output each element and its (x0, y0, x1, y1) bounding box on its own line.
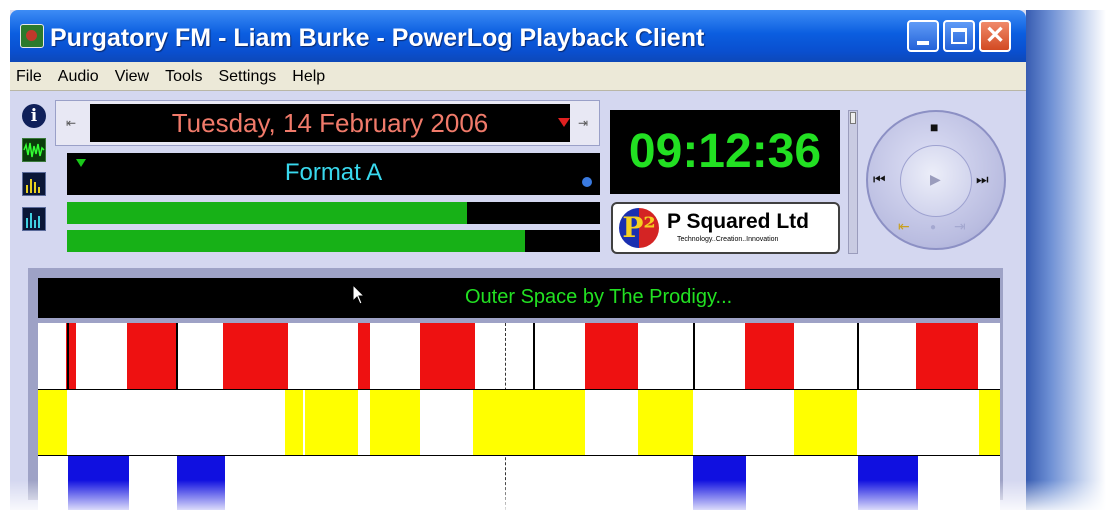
format-dropdown-icon[interactable] (76, 159, 86, 167)
timeline-red-block[interactable] (585, 323, 638, 390)
timeline-yellow-block[interactable] (370, 390, 420, 456)
level-meter-2-fill (67, 230, 526, 252)
menu-view[interactable]: View (107, 62, 157, 86)
timeline-yellow-block[interactable] (638, 390, 693, 456)
volume-slider[interactable] (848, 110, 858, 254)
play-icon[interactable]: ▶ (930, 171, 941, 188)
logo-name: P Squared Ltd (667, 210, 809, 233)
date-label: Tuesday, 14 February 2006 (171, 108, 489, 138)
level-meter-2 (67, 230, 600, 252)
timeline-red-block[interactable] (127, 323, 176, 390)
format-display[interactable]: Format A (67, 153, 600, 195)
company-logo: P² P Squared Ltd Technology..Creation..I… (611, 202, 840, 254)
stop-icon[interactable]: ■ (930, 119, 938, 135)
menu-file[interactable]: File (10, 62, 50, 86)
date-display: Tuesday, 14 February 2006 (90, 104, 570, 142)
title-bar[interactable]: Purgatory FM - Liam Burke - PowerLog Pla… (10, 10, 1026, 62)
timeline-yellow-block[interactable] (285, 390, 303, 456)
timeline-red-block[interactable] (745, 323, 794, 390)
forward-icon[interactable]: ⇥ (954, 218, 966, 235)
menu-settings[interactable]: Settings (210, 62, 284, 86)
level-meter-1 (67, 202, 600, 224)
record-icon[interactable]: ● (930, 222, 936, 233)
timeline-yellow-block[interactable] (979, 390, 1000, 456)
bottom-fade (0, 480, 1106, 510)
mouse-pointer-icon (352, 284, 366, 305)
timeline-row-divider (38, 455, 1000, 456)
window-title: Purgatory FM - Liam Burke - PowerLog Pla… (50, 24, 705, 52)
waveform-icon[interactable] (22, 138, 46, 162)
logo-tagline: Technology..Creation..Innovation (677, 236, 779, 243)
volume-slider-handle[interactable] (850, 112, 856, 124)
timeline-row-divider (38, 389, 1000, 390)
timeline-yellow-block[interactable] (305, 390, 358, 456)
timeline-red-block[interactable] (916, 323, 978, 390)
cue-icon[interactable]: ⇤ (898, 218, 910, 235)
timeline-yellow-block[interactable] (473, 390, 532, 456)
level-meter-1-fill (67, 202, 467, 224)
timeline-tick (693, 323, 695, 389)
date-dropdown-icon[interactable] (558, 118, 570, 127)
logo-mark-text: P² (622, 211, 656, 244)
timeline-yellow-block[interactable] (532, 390, 585, 456)
timeline-red-block[interactable] (358, 323, 370, 390)
timeline-tick (533, 323, 535, 389)
level-bars-icon[interactable] (22, 172, 46, 196)
maximize-button[interactable] (943, 20, 975, 52)
logo-mark: P² (619, 208, 659, 248)
window-shadow (1020, 10, 1106, 510)
minimize-button[interactable] (907, 20, 939, 52)
menu-tools[interactable]: Tools (157, 62, 210, 86)
timeline-yellow-block[interactable] (38, 390, 67, 456)
clock-display: 09:12:36 (610, 110, 840, 194)
previous-icon[interactable]: ⏮ (873, 171, 886, 188)
timeline-tick (67, 323, 69, 389)
close-icon: ✕ (984, 22, 1006, 49)
close-button[interactable]: ✕ (979, 20, 1011, 52)
next-date-icon[interactable]: ⇥ (578, 116, 588, 130)
format-info-icon[interactable] (582, 177, 592, 187)
format-label: Format A (284, 159, 383, 186)
next-icon[interactable]: ⏭ (976, 171, 989, 188)
timeline-tick (176, 323, 178, 389)
spectrum-icon[interactable] (22, 207, 46, 231)
timeline-yellow-block[interactable] (794, 390, 857, 456)
menu-bar: File Audio View Tools Settings Help (10, 62, 1026, 91)
minimize-icon (917, 41, 929, 45)
timeline-red-block[interactable] (420, 323, 475, 390)
clock-time: 09:12:36 (628, 125, 822, 178)
timeline-red-block[interactable] (223, 323, 288, 390)
menu-audio[interactable]: Audio (50, 62, 107, 86)
now-playing-text: Outer Space by The Prodigy... (465, 286, 733, 308)
info-icon[interactable]: i (22, 104, 46, 128)
timeline-tick (857, 323, 859, 389)
previous-date-icon[interactable]: ⇤ (66, 116, 76, 130)
menu-help[interactable]: Help (284, 62, 333, 86)
app-icon[interactable] (20, 24, 44, 48)
maximize-icon (951, 28, 967, 44)
